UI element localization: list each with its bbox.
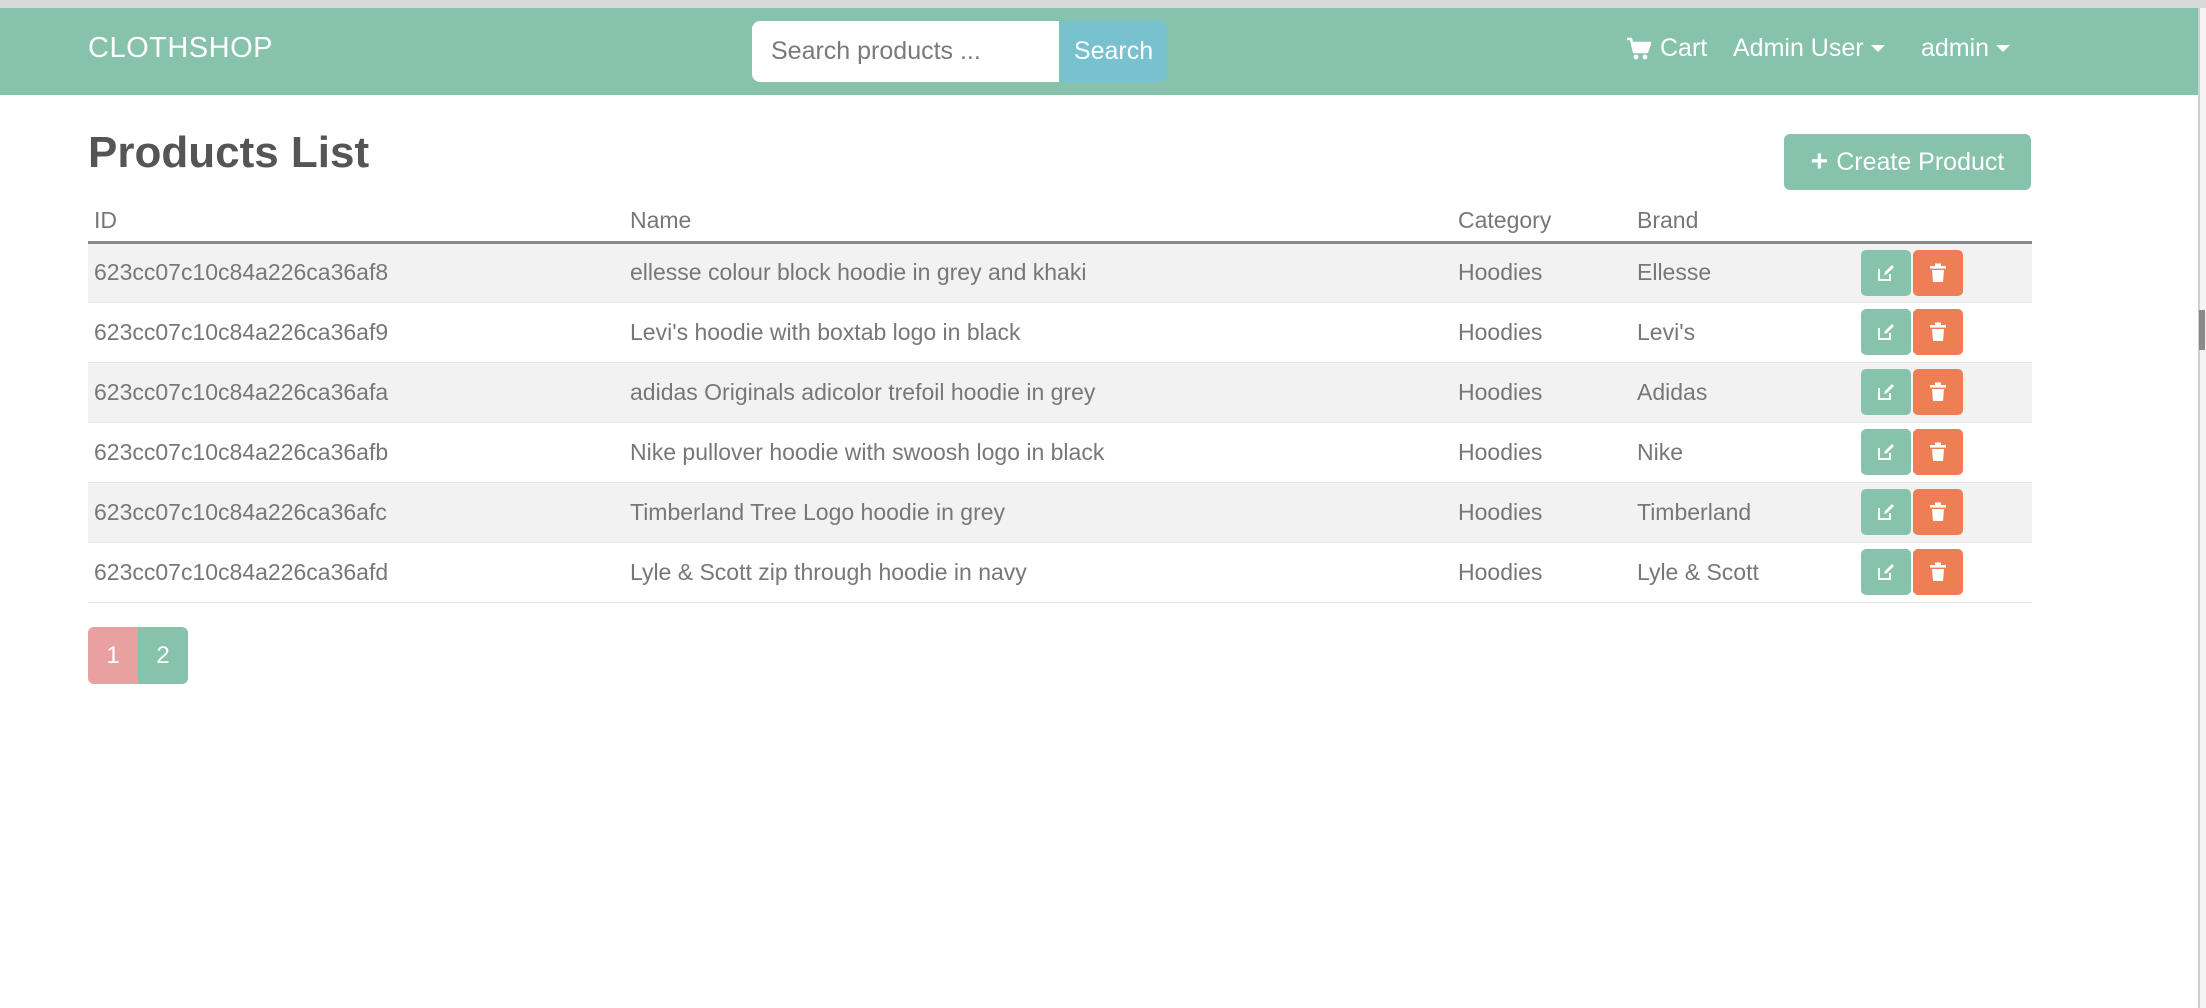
- product-id-cell: 623cc07c10c84a226ca36afa: [88, 362, 624, 423]
- product-id-cell: 623cc07c10c84a226ca36afb: [88, 422, 624, 483]
- actions-cell: [1859, 482, 2032, 543]
- product-brand-cell: Adidas: [1631, 362, 1859, 423]
- page-2-button[interactable]: 2: [138, 627, 188, 684]
- delete-product-button[interactable]: [1913, 429, 1963, 475]
- create-product-label: Create Product: [1836, 147, 2005, 176]
- edit-product-button[interactable]: [1861, 489, 1911, 535]
- actions-cell: [1859, 362, 2032, 423]
- product-id-cell: 623cc07c10c84a226ca36af8: [88, 242, 624, 303]
- product-name-cell: Levi's hoodie with boxtab logo in black: [624, 302, 1452, 363]
- product-name-cell: ellesse colour block hoodie in grey and …: [624, 242, 1452, 303]
- edit-icon: [1876, 562, 1896, 582]
- user-menu-dropdown[interactable]: Admin User: [1733, 34, 1885, 63]
- product-category-cell: Hoodies: [1452, 482, 1631, 543]
- trash-icon: [1929, 442, 1947, 462]
- brand-logo[interactable]: CLOTHSHOP: [88, 32, 273, 65]
- row-actions: [1861, 429, 2026, 475]
- trash-icon: [1929, 263, 1947, 283]
- edit-icon: [1876, 502, 1896, 522]
- user-menu-label: Admin User: [1733, 34, 1864, 62]
- pagination: 1 2: [88, 627, 188, 684]
- product-name-cell: adidas Originals adicolor trefoil hoodie…: [624, 362, 1452, 423]
- edit-product-button[interactable]: [1861, 549, 1911, 595]
- product-category-cell: Hoodies: [1452, 362, 1631, 423]
- delete-product-button[interactable]: [1913, 369, 1963, 415]
- edit-icon: [1876, 322, 1896, 342]
- table-header-row: ID Name Category Brand: [88, 200, 2032, 244]
- product-category-cell: Hoodies: [1452, 542, 1631, 603]
- actions-cell: [1859, 302, 2032, 363]
- product-brand-cell: Lyle & Scott: [1631, 542, 1859, 603]
- actions-cell: [1859, 422, 2032, 483]
- cart-link[interactable]: Cart: [1626, 34, 1707, 63]
- window-scrollbar-track[interactable]: [2198, 8, 2206, 1008]
- admin-menu-label: admin: [1921, 34, 1990, 62]
- trash-icon: [1929, 322, 1947, 342]
- row-actions: [1861, 249, 2026, 296]
- column-header-category: Category: [1452, 200, 1631, 244]
- column-header-name: Name: [624, 200, 1452, 244]
- row-actions: [1861, 549, 2026, 595]
- chevron-down-icon: [1870, 45, 1885, 52]
- row-actions: [1861, 489, 2026, 535]
- column-header-id: ID: [88, 200, 624, 244]
- edit-icon: [1876, 263, 1896, 283]
- product-id-cell: 623cc07c10c84a226ca36af9: [88, 302, 624, 363]
- product-category-cell: Hoodies: [1452, 242, 1631, 303]
- window-top-border: [0, 0, 2206, 8]
- product-brand-cell: Ellesse: [1631, 242, 1859, 303]
- product-brand-cell: Nike: [1631, 422, 1859, 483]
- plus-icon: +: [1810, 145, 1829, 178]
- product-brand-cell: Timberland: [1631, 482, 1859, 543]
- delete-product-button[interactable]: [1913, 489, 1963, 535]
- column-header-brand: Brand: [1631, 200, 1859, 244]
- product-brand-cell: Levi's: [1631, 302, 1859, 363]
- search-button[interactable]: Search: [1060, 21, 1167, 82]
- product-name-cell: Nike pullover hoodie with swoosh logo in…: [624, 422, 1452, 483]
- column-header-actions: [1859, 200, 2032, 244]
- product-name-cell: Lyle & Scott zip through hoodie in navy: [624, 542, 1452, 603]
- trash-icon: [1929, 562, 1947, 582]
- edit-product-button[interactable]: [1861, 369, 1911, 415]
- table-row: 623cc07c10c84a226ca36afa adidas Originals…: [88, 362, 2032, 423]
- table-row: 623cc07c10c84a226ca36af8 ellesse colour b…: [88, 242, 2032, 303]
- table-row: 623cc07c10c84a226ca36af9 Levi's hoodie wi…: [88, 302, 2032, 363]
- product-id-cell: 623cc07c10c84a226ca36afd: [88, 542, 624, 603]
- search-input[interactable]: [752, 21, 1059, 82]
- cart-label: Cart: [1660, 34, 1708, 62]
- table-row: 623cc07c10c84a226ca36afd Lyle & Scott zip…: [88, 542, 2032, 603]
- edit-icon: [1876, 442, 1896, 462]
- page-1-button[interactable]: 1: [88, 627, 138, 684]
- product-id-cell: 623cc07c10c84a226ca36afc: [88, 482, 624, 543]
- product-category-cell: Hoodies: [1452, 302, 1631, 363]
- trash-icon: [1929, 502, 1947, 522]
- chevron-down-icon: [1996, 45, 2011, 52]
- admin-menu-dropdown[interactable]: admin: [1921, 34, 2011, 63]
- actions-cell: [1859, 542, 2032, 603]
- shopping-cart-icon: [1627, 37, 1652, 59]
- window-scrollbar-thumb[interactable]: [2199, 310, 2205, 350]
- navbar: CLOTHSHOP Search Cart Admin User admin: [0, 8, 2198, 95]
- delete-product-button[interactable]: [1913, 309, 1963, 355]
- products-table: ID Name Category Brand 623cc07c10c84a226…: [88, 200, 2032, 603]
- product-name-cell: Timberland Tree Logo hoodie in grey: [624, 482, 1452, 543]
- delete-product-button[interactable]: [1913, 549, 1963, 595]
- row-actions: [1861, 309, 2026, 355]
- edit-product-button[interactable]: [1861, 309, 1911, 355]
- delete-product-button[interactable]: [1913, 249, 1963, 296]
- create-product-button[interactable]: + Create Product: [1784, 134, 2031, 190]
- edit-product-button[interactable]: [1861, 429, 1911, 475]
- page-title: Products List: [88, 128, 370, 177]
- edit-icon: [1876, 382, 1896, 402]
- edit-product-button[interactable]: [1861, 249, 1911, 296]
- product-category-cell: Hoodies: [1452, 422, 1631, 483]
- actions-cell: [1859, 242, 2032, 303]
- trash-icon: [1929, 382, 1947, 402]
- table-row: 623cc07c10c84a226ca36afb Nike pullover ho…: [88, 422, 2032, 483]
- table-row: 623cc07c10c84a226ca36afc Timberland Tree …: [88, 482, 2032, 543]
- row-actions: [1861, 369, 2026, 415]
